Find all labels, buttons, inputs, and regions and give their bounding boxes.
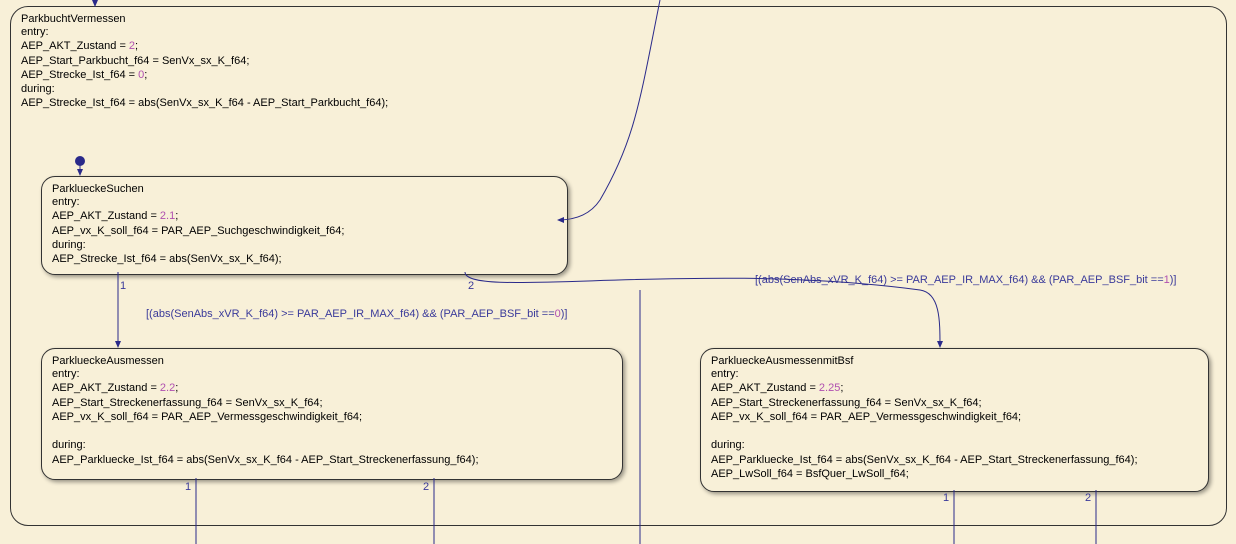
state-parkluecke-ausmessen[interactable]: ParklueckeAusmessen entry: AEP_AKT_Zusta… [41,348,623,480]
code-text: ; [135,40,138,52]
code-number: 2.25 [819,382,840,394]
entry-line: AEP_vx_K_soll_f64 = PAR_AEP_Vermessgesch… [711,410,1198,424]
transition-priority: 2 [423,481,429,493]
entry-line: AEP_vx_K_soll_f64 = PAR_AEP_Suchgeschwin… [52,224,557,238]
during-line: AEP_Parkluecke_Ist_f64 = abs(SenVx_sx_K_… [52,453,612,467]
code-text: ; [144,69,147,81]
transition-priority: 1 [943,492,949,504]
state-parkluecke-ausmessen-mit-bsf[interactable]: ParklueckeAusmessenmitBsf entry: AEP_AKT… [700,348,1209,492]
blank-line [711,424,1198,438]
code-text: ; [840,382,843,394]
during-line: AEP_LwSoll_f64 = BsfQuer_LwSoll_f64; [711,467,1198,481]
during-keyword: during: [52,438,612,452]
code-text: AEP_Strecke_Ist_f64 = [21,69,138,81]
entry-line: AEP_Start_Streckenerfassung_f64 = SenVx_… [52,396,612,410]
during-keyword: during: [21,82,1216,96]
transition-priority: 2 [1085,492,1091,504]
during-line: AEP_Strecke_Ist_f64 = abs(SenVx_sx_K_f64… [21,96,1216,110]
during-line: AEP_Parkluecke_Ist_f64 = abs(SenVx_sx_K_… [711,453,1198,467]
blank-line [52,424,612,438]
state-parkluecke-suchen[interactable]: ParklueckeSuchen entry: AEP_AKT_Zustand … [41,176,568,275]
entry-line: AEP_AKT_Zustand = 2.25; [711,381,1198,395]
entry-line: AEP_vx_K_soll_f64 = PAR_AEP_Vermessgesch… [52,410,612,424]
entry-line: AEP_Start_Parkbucht_f64 = SenVx_sx_K_f64… [21,54,1216,68]
transition-priority: 1 [185,481,191,493]
during-keyword: during: [711,438,1198,452]
state-title: ParklueckeAusmessen [52,355,612,367]
guard-text: )] [561,308,568,320]
code-text: AEP_AKT_Zustand = [711,382,819,394]
guard-text: [(abs(SenAbs_xVR_K_f64) >= PAR_AEP_IR_MA… [146,308,555,320]
guard-text: [(abs(SenAbs_xVR_K_f64) >= PAR_AEP_IR_MA… [755,274,1164,286]
code-text: ; [175,210,178,222]
code-number: 2.1 [160,210,175,222]
entry-line: AEP_AKT_Zustand = 2.1; [52,209,557,223]
entry-line: AEP_AKT_Zustand = 2.2; [52,381,612,395]
code-text: AEP_AKT_Zustand = [21,40,129,52]
state-title: ParkbuchtVermessen [21,13,1216,25]
transition-priority: 1 [120,280,126,292]
transition-label: [(abs(SenAbs_xVR_K_f64) >= PAR_AEP_IR_MA… [146,308,568,320]
code-text: AEP_AKT_Zustand = [52,210,160,222]
guard-text: )] [1170,274,1177,286]
code-text: AEP_AKT_Zustand = [52,382,160,394]
transition-label: [(abs(SenAbs_xVR_K_f64) >= PAR_AEP_IR_MA… [755,274,1177,286]
entry-line: AEP_Start_Streckenerfassung_f64 = SenVx_… [711,396,1198,410]
entry-keyword: entry: [21,25,1216,39]
state-title: ParklueckeAusmessenmitBsf [711,355,1198,367]
initial-state-dot [75,156,85,166]
code-number: 2.2 [160,382,175,394]
entry-line: AEP_Strecke_Ist_f64 = 0; [21,68,1216,82]
during-keyword: during: [52,238,557,252]
entry-line: AEP_AKT_Zustand = 2; [21,39,1216,53]
entry-keyword: entry: [711,367,1198,381]
code-text: ; [175,382,178,394]
entry-keyword: entry: [52,195,557,209]
entry-keyword: entry: [52,367,612,381]
transition-priority: 2 [468,280,474,292]
state-title: ParklueckeSuchen [52,183,557,195]
during-line: AEP_Strecke_Ist_f64 = abs(SenVx_sx_K_f64… [52,252,557,266]
